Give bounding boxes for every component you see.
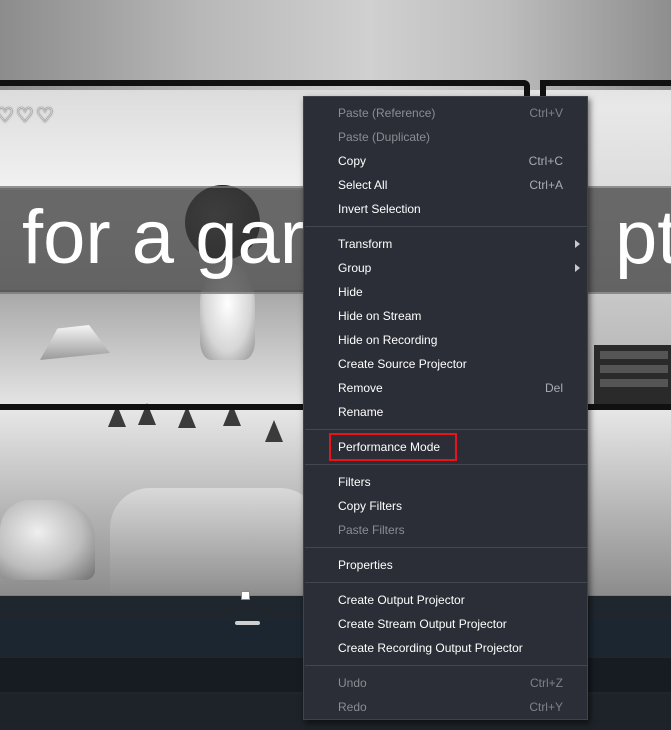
menu-item-paste-filters: Paste Filters <box>304 518 587 542</box>
menu-item-group[interactable]: Group <box>304 256 587 280</box>
menu-item-shortcut: Ctrl+Y <box>529 700 563 714</box>
menu-item-rename[interactable]: Rename <box>304 400 587 424</box>
caption-text: for a gar <box>22 195 306 280</box>
menu-item-shortcut: Ctrl+A <box>529 178 563 192</box>
menu-item-invert-selection[interactable]: Invert Selection <box>304 197 587 221</box>
app-window: ♡♡♡ for a gar ptu Paste (Reference) Ctrl+… <box>0 0 671 730</box>
menu-item-label: Filters <box>338 475 371 489</box>
menu-item-label: Select All <box>338 178 388 192</box>
menu-item-label: Invert Selection <box>338 202 421 216</box>
menu-separator <box>305 429 587 430</box>
menu-item-shortcut: Ctrl+C <box>528 154 563 168</box>
chevron-right-icon <box>575 240 580 248</box>
scene-background-top <box>0 0 671 90</box>
context-menu: Paste (Reference) Ctrl+V Paste (Duplicate)… <box>303 96 588 720</box>
menu-item-label: Create Output Projector <box>338 593 465 607</box>
menu-item-label: Paste (Reference) <box>338 106 436 120</box>
menu-item-copy[interactable]: Copy Ctrl+C <box>304 149 587 173</box>
menu-item-label: Hide on Recording <box>338 333 438 347</box>
menu-item-transform[interactable]: Transform <box>304 232 587 256</box>
menu-item-properties[interactable]: Properties <box>304 553 587 577</box>
menu-item-label: Redo <box>338 700 367 714</box>
menu-item-label: Create Stream Output Projector <box>338 617 507 631</box>
menu-item-create-source-projector[interactable]: Create Source Projector <box>304 352 587 376</box>
menu-item-label: Hide <box>338 285 363 299</box>
menu-item-shortcut: Ctrl+Z <box>530 676 563 690</box>
menu-item-create-recording-output-projector[interactable]: Create Recording Output Projector <box>304 636 587 660</box>
menu-separator <box>305 547 587 548</box>
menu-item-label: Paste Filters <box>338 523 405 537</box>
dock-drag-handle[interactable] <box>235 621 260 625</box>
menu-item-label: Properties <box>338 558 393 572</box>
menu-item-performance-mode[interactable]: Performance Mode <box>304 433 587 461</box>
menu-item-shortcut: Del <box>544 381 563 395</box>
tree-icon <box>265 420 283 442</box>
chevron-right-icon <box>575 264 580 272</box>
menu-item-remove[interactable]: Remove Del <box>304 376 587 400</box>
context-menu-items: Paste (Reference) Ctrl+V Paste (Duplicate)… <box>304 101 587 719</box>
menu-separator <box>305 582 587 583</box>
menu-item-redo: Redo Ctrl+Y <box>304 695 587 719</box>
menu-separator <box>305 665 587 666</box>
source-resize-handle[interactable] <box>241 591 250 600</box>
menu-item-label: Create Source Projector <box>338 357 467 371</box>
scene-tent <box>110 488 320 593</box>
hearts-health-icon: ♡♡♡ <box>0 105 56 127</box>
menu-item-label: Rename <box>338 405 384 419</box>
menu-separator <box>305 226 587 227</box>
menu-item-label: Transform <box>338 237 393 251</box>
menu-item-label: Copy Filters <box>338 499 403 513</box>
menu-separator <box>305 464 587 465</box>
menu-item-undo: Undo Ctrl+Z <box>304 671 587 695</box>
menu-item-create-stream-output-projector[interactable]: Create Stream Output Projector <box>304 612 587 636</box>
scene-car <box>0 500 95 580</box>
menu-item-label: Remove <box>338 381 383 395</box>
menu-item-label: Paste (Duplicate) <box>338 130 431 144</box>
menu-item-shortcut: Ctrl+V <box>529 106 563 120</box>
menu-item-label: Create Recording Output Projector <box>338 641 523 655</box>
menu-item-paste-duplicate: Paste (Duplicate) <box>304 125 587 149</box>
caption-text-right: ptu <box>615 195 671 280</box>
menu-item-label: Performance Mode <box>338 440 441 454</box>
menu-item-filters[interactable]: Filters <box>304 470 587 494</box>
menu-item-create-output-projector[interactable]: Create Output Projector <box>304 588 587 612</box>
menu-item-paste-reference: Paste (Reference) Ctrl+V <box>304 101 587 125</box>
menu-item-hide[interactable]: Hide <box>304 280 587 304</box>
menu-item-hide-on-recording[interactable]: Hide on Recording <box>304 328 587 352</box>
menu-item-hide-on-stream[interactable]: Hide on Stream <box>304 304 587 328</box>
menu-item-label: Hide on Stream <box>338 309 422 323</box>
menu-item-label: Undo <box>338 676 367 690</box>
menu-item-copy-filters[interactable]: Copy Filters <box>304 494 587 518</box>
menu-item-label: Copy <box>338 154 367 168</box>
menu-item-select-all[interactable]: Select All Ctrl+A <box>304 173 587 197</box>
menu-item-label: Group <box>338 261 372 275</box>
